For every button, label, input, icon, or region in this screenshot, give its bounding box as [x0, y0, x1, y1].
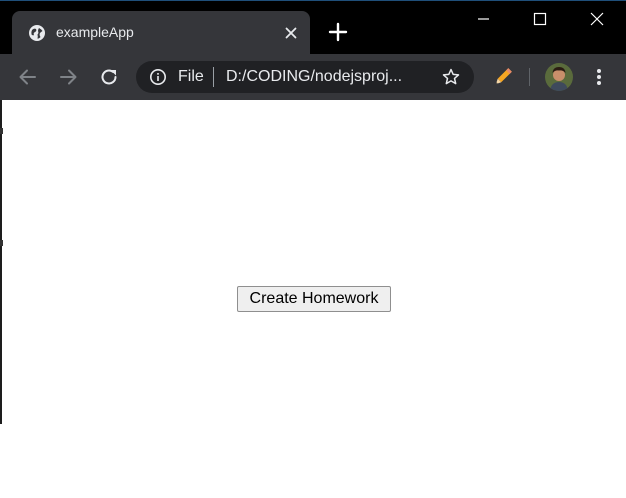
minimize-icon[interactable] [456, 0, 512, 36]
star-icon[interactable] [441, 67, 461, 87]
create-homework-button[interactable]: Create Homework [237, 286, 391, 312]
globe-icon [28, 24, 46, 42]
arrow-left-icon[interactable] [15, 64, 41, 90]
arrow-right-icon[interactable] [55, 64, 81, 90]
tab-exampleapp[interactable]: exampleApp [12, 11, 310, 54]
browser-toolbar: File D:/CODING/nodejsproj... [0, 54, 626, 100]
url-scheme-label: File [178, 68, 204, 85]
kebab-menu-icon[interactable] [586, 64, 612, 90]
reload-icon[interactable] [96, 64, 122, 90]
info-icon[interactable] [149, 68, 167, 86]
tab-strip: exampleApp [0, 0, 626, 54]
plus-icon[interactable] [327, 21, 349, 43]
window-close-icon[interactable] [570, 0, 626, 36]
edge-mark [0, 128, 3, 134]
pencil-icon[interactable] [490, 64, 516, 90]
address-bar[interactable]: File D:/CODING/nodejsproj... [136, 61, 474, 93]
avatar[interactable] [545, 63, 573, 91]
maximize-icon[interactable] [512, 0, 568, 36]
toolbar-divider [529, 68, 530, 86]
page-content: Create Homework [0, 100, 626, 498]
url-separator [213, 67, 214, 87]
window-left-edge [0, 100, 2, 424]
edge-mark [0, 240, 3, 246]
close-icon[interactable] [282, 24, 300, 42]
tab-title: exampleApp [56, 24, 134, 40]
browser-window: exampleApp File D:/CODING/nodejsproj... … [0, 0, 626, 498]
url-text[interactable]: D:/CODING/nodejsproj... [226, 68, 431, 86]
